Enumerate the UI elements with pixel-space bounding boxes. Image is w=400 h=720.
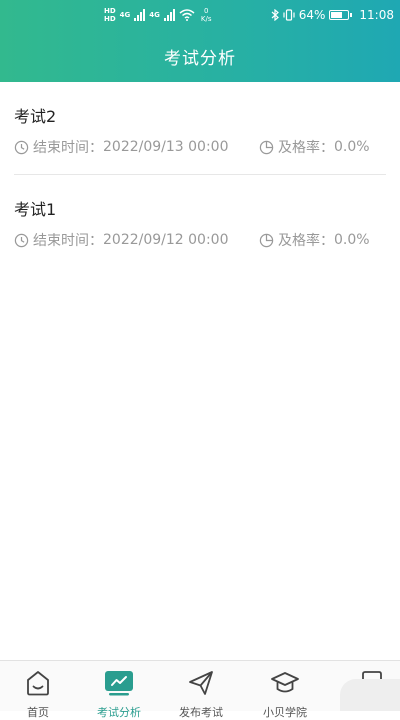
pass-rate-label: 及格率： <box>278 140 334 156</box>
pass-rate-value: 0.0% <box>334 232 370 248</box>
tab-home[interactable]: 首页 <box>8 667 68 719</box>
status-bar: HD HD 4G 4G 0 K/s 64% 11:08 <box>0 0 400 30</box>
tab-label: 发布考试 <box>179 706 223 719</box>
exam-title: 考试2 <box>14 107 57 126</box>
exam-list-item[interactable]: 考试1 结束时间： 2022/09/12 00:00 及格率： 0.0% <box>14 175 386 267</box>
network-tag-1: 4G <box>119 11 131 19</box>
end-time-group: 结束时间： 2022/09/12 00:00 <box>14 230 229 250</box>
tab-label: 首页 <box>27 706 49 719</box>
battery-percent: 64% <box>298 8 326 22</box>
clock-time: 11:08 <box>359 8 394 22</box>
vibrate-icon <box>283 9 295 21</box>
pass-rate-group: 及格率： 0.0% <box>259 137 370 157</box>
signal-icon-2 <box>163 9 175 21</box>
exam-title: 考试1 <box>14 200 57 219</box>
pass-rate-group: 及格率： 0.0% <box>259 230 370 250</box>
tab-analysis[interactable]: 考试分析 <box>89 667 149 719</box>
network-speed: 0 K/s <box>201 7 212 23</box>
network-tag-2: 4G <box>149 11 160 19</box>
end-time-group: 结束时间： 2022/09/13 00:00 <box>14 137 229 157</box>
pass-rate-value: 0.0% <box>334 139 370 155</box>
end-time-label: 结束时间： <box>33 233 103 249</box>
battery-icon <box>329 10 353 20</box>
page-title: 考试分析 <box>164 49 236 69</box>
end-time-value: 2022/09/13 00:00 <box>103 139 229 155</box>
bluetooth-icon <box>271 9 279 21</box>
send-icon <box>189 671 213 695</box>
wifi-icon <box>179 9 195 21</box>
exam-list: 考试2 结束时间： 2022/09/13 00:00 及格率： 0.0% 考试1… <box>0 82 400 267</box>
tab-label: 小贝学院 <box>263 706 307 719</box>
pass-rate-label: 及格率： <box>278 233 334 249</box>
signal-icon <box>134 9 146 21</box>
pie-chart-icon <box>259 140 274 155</box>
clock-icon <box>14 140 29 155</box>
graduation-cap-icon <box>271 672 299 693</box>
app-header: HD HD 4G 4G 0 K/s 64% 11:08 考试分析 <box>0 0 400 82</box>
end-time-label: 结束时间： <box>33 140 103 156</box>
end-time-value: 2022/09/12 00:00 <box>103 232 229 248</box>
clock-icon <box>14 233 29 248</box>
analysis-icon <box>105 671 133 696</box>
gesture-overlay <box>340 679 400 711</box>
status-left: HD HD 4G 4G 0 K/s <box>104 4 212 26</box>
speed-unit: K/s <box>200 15 212 23</box>
exam-list-item[interactable]: 考试2 结束时间： 2022/09/13 00:00 及格率： 0.0% <box>14 82 386 175</box>
status-right: 64% 11:08 <box>271 6 394 24</box>
hd-tags: HD HD <box>104 7 116 23</box>
bottom-tab-bar: 首页 考试分析 发布考试 小贝学院 <box>0 660 400 719</box>
speed-value: 0 <box>203 7 209 15</box>
tab-label: 考试分析 <box>97 706 141 719</box>
tab-academy[interactable]: 小贝学院 <box>255 667 315 719</box>
hd-tag-bottom: HD <box>104 15 116 23</box>
hd-tag-top: HD <box>104 7 116 15</box>
home-icon <box>27 671 49 696</box>
pie-chart-icon <box>259 233 274 248</box>
tab-publish-exam[interactable]: 发布考试 <box>171 667 231 719</box>
